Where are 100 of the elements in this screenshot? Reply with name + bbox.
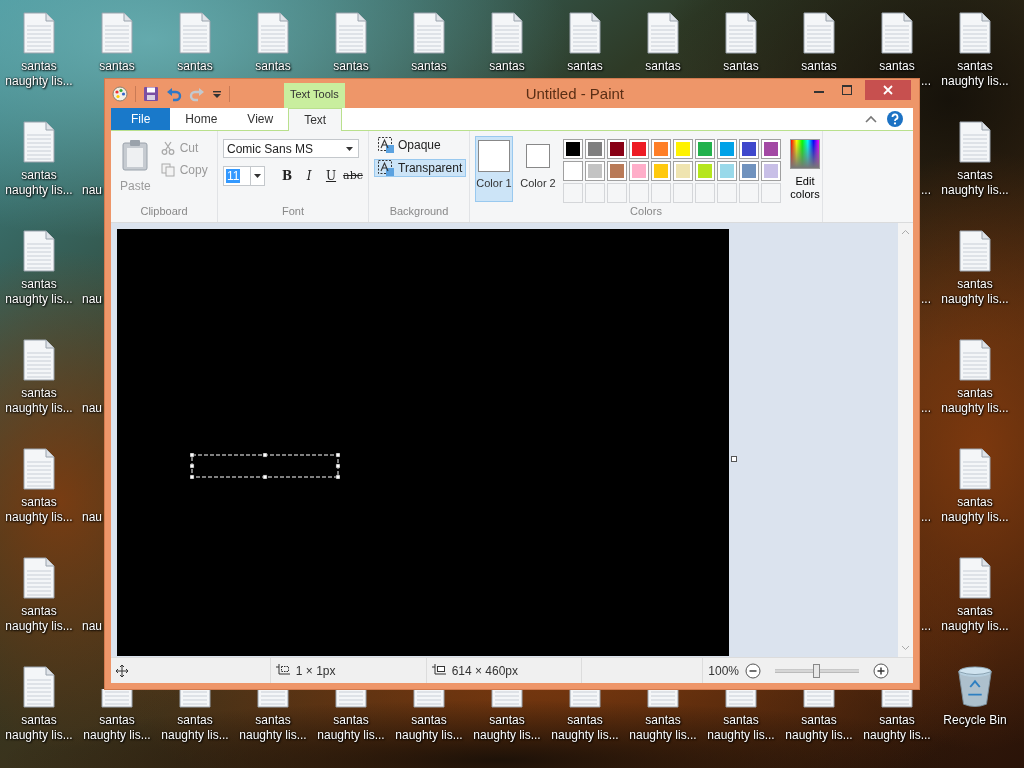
document-icon[interactable] <box>959 230 991 272</box>
zoom-in-icon[interactable] <box>873 662 889 679</box>
icon-label: santas naughty lis... <box>5 59 73 89</box>
empty-swatch[interactable] <box>695 183 715 203</box>
color-swatch[interactable] <box>673 161 693 181</box>
color-swatch[interactable] <box>607 139 627 159</box>
document-icon[interactable] <box>959 448 991 490</box>
color-selector[interactable]: Color 2 <box>519 136 557 202</box>
caret-icon <box>346 146 353 151</box>
document-icon[interactable] <box>569 12 601 54</box>
empty-swatch[interactable] <box>563 183 583 203</box>
document-icon[interactable] <box>959 557 991 599</box>
empty-swatch[interactable] <box>585 183 605 203</box>
recycle-bin-icon[interactable] <box>956 666 994 708</box>
group-label: Font <box>281 204 305 219</box>
document-icon[interactable] <box>23 448 55 490</box>
scissors-icon <box>160 141 175 155</box>
color-swatch[interactable] <box>717 161 737 181</box>
strikethrough-button[interactable]: abc <box>343 166 363 186</box>
document-icon[interactable] <box>881 12 913 54</box>
background-option[interactable]: Transparent <box>374 159 467 177</box>
icon-label: santas naughty lis... <box>239 713 307 743</box>
group-label: Colors <box>629 204 663 219</box>
icon-label: ... <box>921 510 931 525</box>
document-icon[interactable] <box>23 666 55 708</box>
icon-label: nau <box>82 619 103 634</box>
color-swatch[interactable] <box>761 161 781 181</box>
icon-label: santas naughty lis... <box>941 495 1009 525</box>
document-icon[interactable] <box>23 230 55 272</box>
color-swatch[interactable] <box>629 139 649 159</box>
palette-icon[interactable] <box>112 85 128 102</box>
document-icon[interactable] <box>803 12 835 54</box>
color-swatch[interactable] <box>563 161 583 181</box>
icon-label: santas naughty lis... <box>5 604 73 634</box>
zoom-out-icon[interactable] <box>745 662 761 679</box>
collapse-ribbon-icon[interactable] <box>865 114 877 124</box>
copy-icon <box>160 163 175 177</box>
color-swatch[interactable] <box>695 161 715 181</box>
color-swatch[interactable] <box>739 139 759 159</box>
empty-swatch[interactable] <box>761 183 781 203</box>
icon-label: santas <box>177 59 213 74</box>
color-swatch[interactable] <box>585 139 605 159</box>
background-option[interactable]: Opaque <box>374 136 445 154</box>
color-swatch[interactable] <box>629 161 649 181</box>
icon-label: ... <box>921 183 931 198</box>
empty-swatch[interactable] <box>651 183 671 203</box>
empty-swatch[interactable] <box>607 183 627 203</box>
color-swatch[interactable] <box>717 139 737 159</box>
color-swatch[interactable] <box>695 139 715 159</box>
icon-label: nau <box>82 183 103 198</box>
icon-label: santas naughty lis... <box>941 168 1009 198</box>
underline-button[interactable]: U <box>321 166 341 186</box>
color-swatch[interactable] <box>563 139 583 159</box>
ribbon-tab[interactable]: Text <box>288 108 343 131</box>
icon-label: santas naughty lis... <box>863 713 931 743</box>
italic-button[interactable]: I <box>299 166 319 186</box>
ribbon-tab[interactable]: Home <box>170 108 233 130</box>
icon-label: santas naughty lis... <box>161 713 229 743</box>
ribbon-tab[interactable]: View <box>232 108 289 130</box>
icon-label: santas naughty lis... <box>83 713 151 743</box>
document-icon[interactable] <box>23 557 55 599</box>
close-button[interactable] <box>865 80 911 100</box>
icon-label: nau <box>82 401 103 416</box>
save-icon[interactable] <box>143 85 159 102</box>
color-swatch[interactable] <box>585 161 605 181</box>
empty-swatch[interactable] <box>629 183 649 203</box>
color-swatch[interactable] <box>761 139 781 159</box>
move-icon <box>116 664 128 677</box>
icon-label: santas naughty lis... <box>5 168 73 198</box>
color-selector[interactable]: Color 1 <box>475 136 513 202</box>
icon-label: santas <box>879 59 915 74</box>
icon-label: santas <box>255 59 291 74</box>
document-icon[interactable] <box>959 339 991 381</box>
empty-swatch[interactable] <box>739 183 759 203</box>
close-icon <box>883 85 893 95</box>
document-icon[interactable] <box>959 12 991 54</box>
window-title: Untitled - Paint <box>524 85 626 102</box>
empty-swatch[interactable] <box>673 183 693 203</box>
document-icon[interactable] <box>725 12 757 54</box>
bold-button[interactable]: B <box>277 166 297 186</box>
document-icon[interactable] <box>23 339 55 381</box>
icon-label: santas <box>411 59 447 74</box>
resize-handle[interactable] <box>731 456 737 462</box>
color-swatch[interactable] <box>739 161 759 181</box>
color-swatch[interactable] <box>673 139 693 159</box>
document-icon[interactable] <box>959 121 991 163</box>
caret-icon <box>254 174 261 178</box>
document-icon[interactable] <box>491 12 523 54</box>
color-swatch[interactable] <box>607 161 627 181</box>
icon-label: santas <box>645 59 681 74</box>
font-family-dropdown[interactable]: Comic Sans MS <box>223 139 359 158</box>
color-swatch[interactable] <box>651 139 671 159</box>
empty-swatch[interactable] <box>717 183 737 203</box>
color-swatch[interactable] <box>651 161 671 181</box>
document-icon[interactable] <box>647 12 679 54</box>
icon-label: ... <box>921 619 931 634</box>
file-menu-tab[interactable]: File <box>111 108 171 130</box>
help-icon[interactable] <box>887 111 903 127</box>
text-box-selection[interactable] <box>190 453 340 479</box>
edit-colors-button[interactable]: Edit colors <box>787 136 823 204</box>
